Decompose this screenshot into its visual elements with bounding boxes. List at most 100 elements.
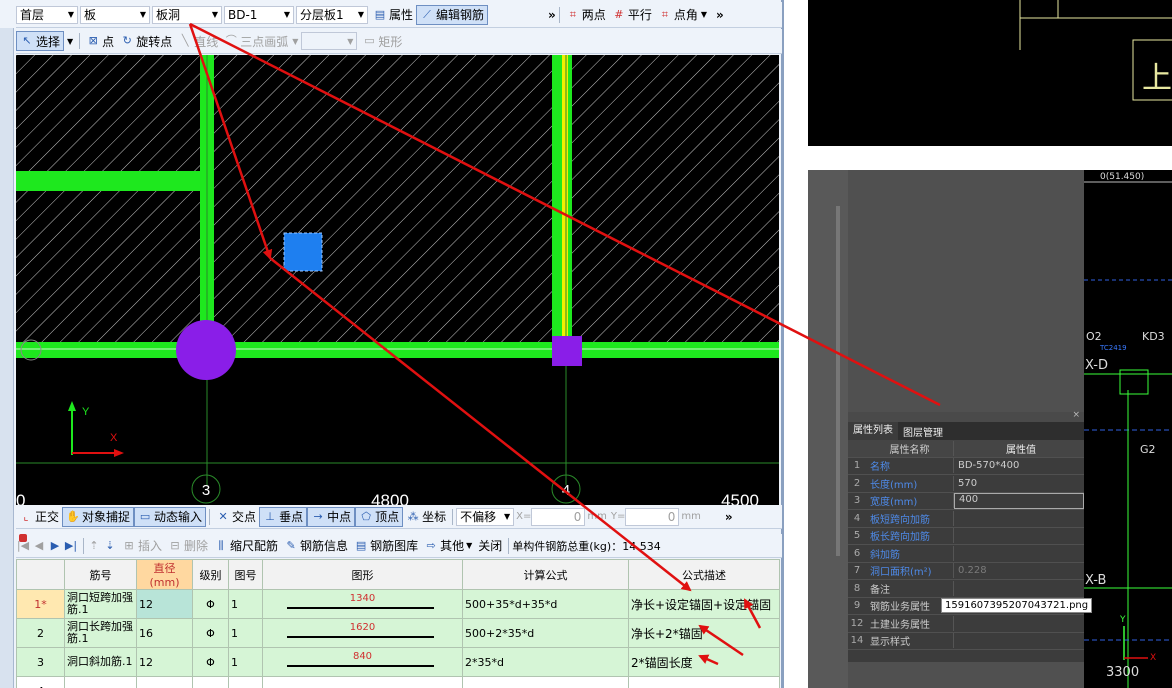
rebar-figure[interactable]: 1 bbox=[228, 589, 263, 619]
property-row[interactable]: 7 洞口面积(m²) 0.228 bbox=[848, 563, 1084, 580]
row-index[interactable]: 1* bbox=[16, 589, 65, 619]
ortho-button[interactable]: ⌞ 正交 bbox=[16, 507, 62, 527]
right-app-scroll[interactable] bbox=[836, 206, 840, 556]
rebar-formula[interactable]: 500+2*35*d bbox=[462, 618, 629, 648]
rebar-formula[interactable] bbox=[462, 676, 629, 688]
table-row[interactable]: 1* 洞口短跨加强筋.1 12 Φ 1 1340 500+35*d+35*d 净长+设定锚固+… bbox=[16, 589, 780, 619]
property-row[interactable]: 2 长度(mm) 570 bbox=[848, 475, 1084, 493]
rebar-diameter[interactable]: 16 bbox=[136, 618, 193, 648]
rebar-info-button[interactable]: ✎ 钢筋信息 bbox=[281, 536, 351, 556]
snap-button[interactable]: ✋ 对象捕捉 bbox=[62, 506, 135, 527]
line-button[interactable]: ╲ 直线 bbox=[175, 31, 221, 51]
rebar-library-button[interactable]: ▤ 钢筋图库 bbox=[351, 536, 421, 556]
rebar-formula[interactable]: 2*35*d bbox=[462, 647, 629, 677]
panel-close-icon[interactable]: × bbox=[1072, 410, 1080, 420]
property-value[interactable]: 0.228 bbox=[954, 565, 1084, 576]
rebar-name[interactable] bbox=[64, 676, 137, 688]
layer-select[interactable]: 分层板1 ▼ bbox=[296, 5, 368, 24]
rebar-formula[interactable]: 500+35*d+35*d bbox=[462, 589, 629, 619]
point-angle-button[interactable]: ⌗ 点角 ▼ bbox=[655, 5, 710, 25]
property-value[interactable]: 400 bbox=[954, 492, 1084, 509]
rebar-diameter[interactable] bbox=[136, 676, 193, 688]
close-button[interactable]: 关闭 bbox=[475, 536, 505, 556]
scale-rebar-button[interactable]: ⫼ 缩尺配筋 bbox=[211, 536, 281, 556]
rebar-name[interactable]: 洞口长跨加强筋.1 bbox=[64, 618, 137, 648]
overflow-icon-3[interactable]: » bbox=[725, 510, 733, 524]
floor-select[interactable]: 首层 ▼ bbox=[16, 5, 78, 24]
rebar-shape[interactable]: 840 bbox=[262, 647, 463, 677]
rebar-grade[interactable]: Φ bbox=[192, 618, 229, 648]
parallel-button[interactable]: # 平行 bbox=[609, 5, 655, 25]
dynamic-input-button[interactable]: ▭ 动态输入 bbox=[134, 506, 207, 527]
rebar-figure[interactable]: 1 bbox=[228, 647, 263, 677]
edit-rebar-button[interactable]: ⟋ 编辑钢筋 bbox=[416, 4, 489, 25]
offset-select[interactable]: 不偏移 ▼ bbox=[456, 507, 515, 526]
rebar-figure[interactable] bbox=[228, 676, 263, 688]
rebar-grade[interactable]: Φ bbox=[192, 647, 229, 677]
rebar-description[interactable]: 2*锚固长度 bbox=[628, 647, 780, 677]
midpoint-button[interactable]: → 中点 bbox=[307, 506, 356, 527]
drawing-canvas[interactable]: 3 4 4800 4500 0 Y X bbox=[16, 55, 779, 505]
tab-property-list[interactable]: 属性列表 bbox=[848, 422, 898, 440]
arc-button[interactable]: ⌒ 三点画弧 ▼ bbox=[221, 31, 301, 51]
y-coord-input[interactable]: 0 bbox=[625, 507, 680, 526]
intersect-button[interactable]: ✕ 交点 bbox=[213, 507, 259, 527]
type-select[interactable]: 板 ▼ bbox=[80, 5, 150, 24]
right-cad-canvas[interactable]: 0(51.450) O2 KD3 TC2419 X-D G2 X-B Y X 3… bbox=[1084, 170, 1172, 688]
coordinate-button[interactable]: ⁂ 坐标 bbox=[403, 507, 449, 527]
table-row[interactable]: 3 洞口斜加筋.1 12 Φ 1 840 2*35*d 2*锚固长度 bbox=[16, 647, 780, 677]
rebar-description[interactable]: 净长+2*锚固 bbox=[628, 618, 780, 648]
element-select[interactable]: BD-1 ▼ bbox=[224, 5, 294, 24]
rebar-shape[interactable]: 1340 bbox=[262, 589, 463, 619]
table-row[interactable]: 4 bbox=[16, 676, 780, 688]
overflow-icon-2[interactable]: » bbox=[716, 8, 724, 22]
two-points-button[interactable]: ⌗ 两点 bbox=[563, 5, 609, 25]
other-button[interactable]: ⇨ 其他 ▼ bbox=[421, 536, 475, 556]
row-index[interactable]: 4 bbox=[16, 676, 65, 688]
row-index[interactable]: 3 bbox=[16, 647, 65, 677]
property-row[interactable]: 6 斜加筋 bbox=[848, 545, 1084, 563]
x-coord-input[interactable]: 0 bbox=[531, 507, 586, 526]
prev-icon[interactable]: ◀ bbox=[32, 539, 46, 553]
move-up-icon[interactable]: ⇡ bbox=[87, 539, 101, 553]
point-button[interactable]: ⊠ 点 bbox=[83, 31, 117, 51]
slab-hole-bd1[interactable] bbox=[283, 232, 323, 272]
last-icon[interactable]: ▶| bbox=[64, 539, 78, 553]
property-row[interactable]: 8 备注 bbox=[848, 580, 1084, 598]
rebar-description[interactable] bbox=[628, 676, 780, 688]
rebar-name[interactable]: 洞口斜加筋.1 bbox=[64, 647, 137, 677]
table-row[interactable]: 2 洞口长跨加强筋.1 16 Φ 1 1620 500+2*35*d 净长+2*锚固 bbox=[16, 618, 780, 648]
property-row[interactable]: 5 板长跨向加筋 bbox=[848, 528, 1084, 545]
rect-button[interactable]: ▭ 矩形 bbox=[359, 31, 405, 51]
rebar-grade[interactable]: Φ bbox=[192, 589, 229, 619]
property-value[interactable]: 570 bbox=[954, 478, 1084, 489]
property-row[interactable]: 4 板短跨向加筋 bbox=[848, 510, 1084, 528]
property-row[interactable]: 3 宽度(mm) 400 bbox=[848, 492, 1084, 510]
select-button[interactable]: ↖ 选择 bbox=[16, 31, 65, 51]
insert-button[interactable]: ⊞ 插入 bbox=[119, 536, 165, 556]
property-row[interactable]: 12 土建业务属性 bbox=[848, 615, 1084, 633]
rebar-name[interactable]: 洞口短跨加强筋.1 bbox=[64, 589, 137, 619]
overflow-icon[interactable]: » bbox=[548, 8, 556, 22]
properties-button[interactable]: ▤ 属性 bbox=[370, 5, 416, 25]
rebar-diameter[interactable]: 12 bbox=[136, 589, 193, 619]
chevron-down-icon[interactable]: ▼ bbox=[67, 37, 73, 46]
rotate-point-button[interactable]: ↻ 旋转点 bbox=[117, 31, 175, 51]
perpendicular-button[interactable]: ⊥ 垂点 bbox=[259, 506, 308, 527]
property-row[interactable]: 14 显示样式 bbox=[848, 633, 1084, 650]
property-value[interactable]: BD-570*400 bbox=[954, 460, 1084, 471]
rebar-description[interactable]: 净长+设定锚固+设定锚固 bbox=[628, 589, 780, 619]
next-icon[interactable]: ▶ bbox=[48, 539, 62, 553]
rebar-shape[interactable]: 1620 bbox=[262, 618, 463, 648]
panel-pin-icon[interactable] bbox=[19, 534, 27, 542]
move-down-icon[interactable]: ⇣ bbox=[103, 539, 117, 553]
rebar-grade[interactable] bbox=[192, 676, 229, 688]
tab-layer-management[interactable]: 图层管理 bbox=[898, 424, 948, 439]
delete-button[interactable]: ⊟ 删除 bbox=[165, 536, 211, 556]
row-index[interactable]: 2 bbox=[16, 618, 65, 648]
rebar-shape[interactable] bbox=[262, 676, 463, 688]
vertex-button[interactable]: ⬠ 顶点 bbox=[355, 506, 404, 527]
property-row[interactable]: 1 名称 BD-570*400 bbox=[848, 458, 1084, 475]
rebar-diameter[interactable]: 12 bbox=[136, 647, 193, 677]
subtype-select[interactable]: 板洞 ▼ bbox=[152, 5, 222, 24]
